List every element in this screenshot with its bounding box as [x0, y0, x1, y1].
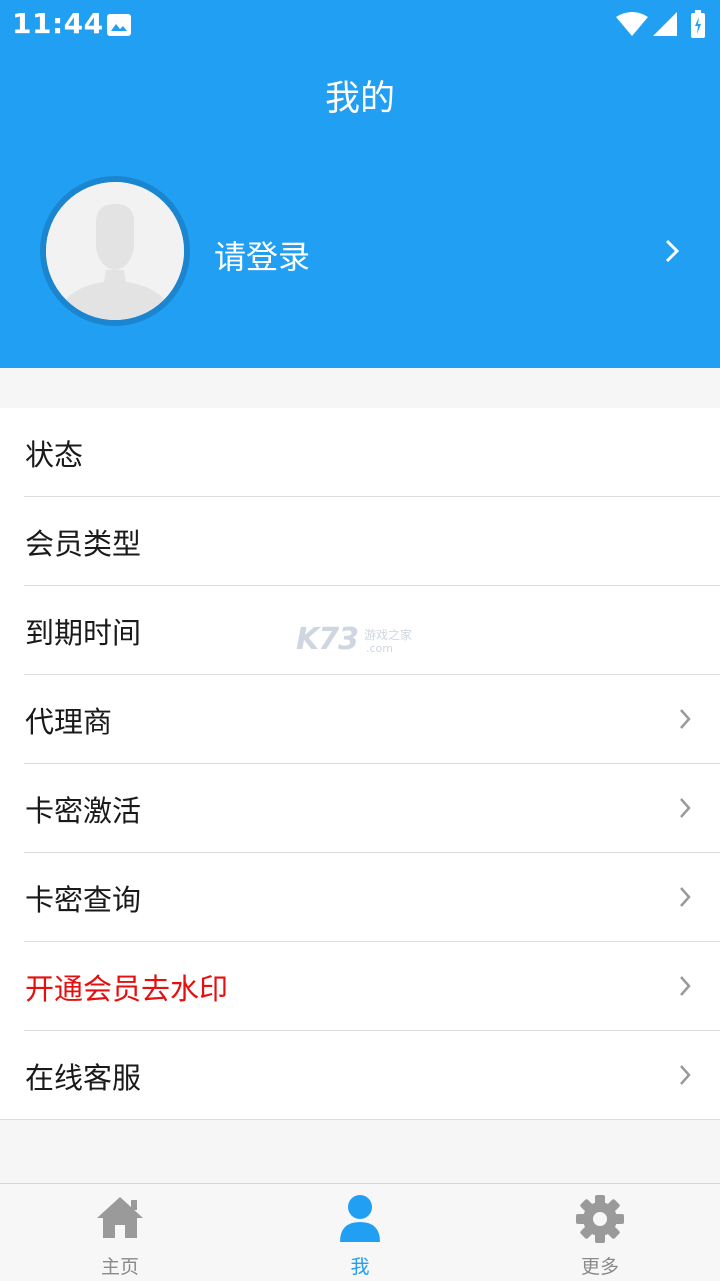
divider	[0, 1119, 720, 1120]
list-item-vip-remove-watermark[interactable]: 开通会员去水印	[0, 942, 720, 1031]
chevron-right-icon	[678, 796, 692, 824]
chevron-right-icon	[664, 238, 680, 268]
tab-home[interactable]: 主页	[0, 1184, 240, 1281]
person-icon	[335, 1194, 385, 1248]
gear-icon	[575, 1194, 625, 1248]
chevron-right-icon	[678, 707, 692, 735]
page-title: 我的	[324, 79, 395, 119]
list-item-status: 状态	[0, 408, 720, 497]
list-item-online-support[interactable]: 在线客服	[0, 1031, 720, 1120]
list-item-card-query[interactable]: 卡密查询	[0, 853, 720, 942]
watermark-tagline: 游戏之家	[364, 628, 413, 642]
list-item-label: 卡密查询	[25, 883, 142, 917]
list-item-label: 代理商	[25, 705, 113, 739]
tab-more-label: 更多	[580, 1256, 619, 1278]
list-item-label: 开通会员去水印	[25, 972, 229, 1006]
image-notification-icon	[106, 12, 132, 42]
status-bar: 11:44	[0, 0, 720, 50]
list-item-label: 状态	[25, 438, 84, 472]
chevron-right-icon	[678, 885, 692, 913]
list-item-expiry-time: 到期时间	[0, 586, 720, 675]
home-icon	[95, 1194, 145, 1244]
login-row[interactable]: 请登录	[40, 176, 720, 328]
list-item-label: 卡密激活	[25, 794, 142, 828]
wifi-icon	[616, 12, 648, 40]
tab-me-label: 我	[350, 1256, 370, 1278]
list-item-card-activation[interactable]: 卡密激活	[0, 764, 720, 853]
tab-home-label: 主页	[100, 1256, 139, 1278]
watermark-brand: K73	[296, 622, 359, 657]
list-item-member-type: 会员类型	[0, 497, 720, 586]
tab-me[interactable]: 我	[240, 1184, 480, 1281]
login-prompt[interactable]: 请登录	[214, 232, 310, 278]
list-item-label: 会员类型	[25, 527, 142, 561]
status-time: 11:44	[12, 7, 104, 40]
battery-icon	[690, 10, 706, 42]
profile-header: 11:44 我的 请登录	[0, 0, 720, 368]
chevron-right-icon	[678, 974, 692, 1002]
settings-list: 状态会员类型到期时间代理商卡密激活卡密查询开通会员去水印 在线客服	[0, 408, 720, 1120]
avatar[interactable]	[40, 176, 190, 326]
watermark-domain: .com	[366, 642, 393, 655]
default-avatar-icon	[46, 182, 184, 320]
chevron-right-icon	[678, 1063, 692, 1091]
tab-more[interactable]: 更多	[480, 1184, 720, 1281]
list-item-label: 在线客服	[25, 1061, 142, 1095]
list-item-agent[interactable]: 代理商	[0, 675, 720, 764]
bottom-tab-bar: 主页 我 更多	[0, 1183, 720, 1281]
signal-icon	[653, 12, 677, 40]
list-item-label: 到期时间	[25, 616, 142, 650]
